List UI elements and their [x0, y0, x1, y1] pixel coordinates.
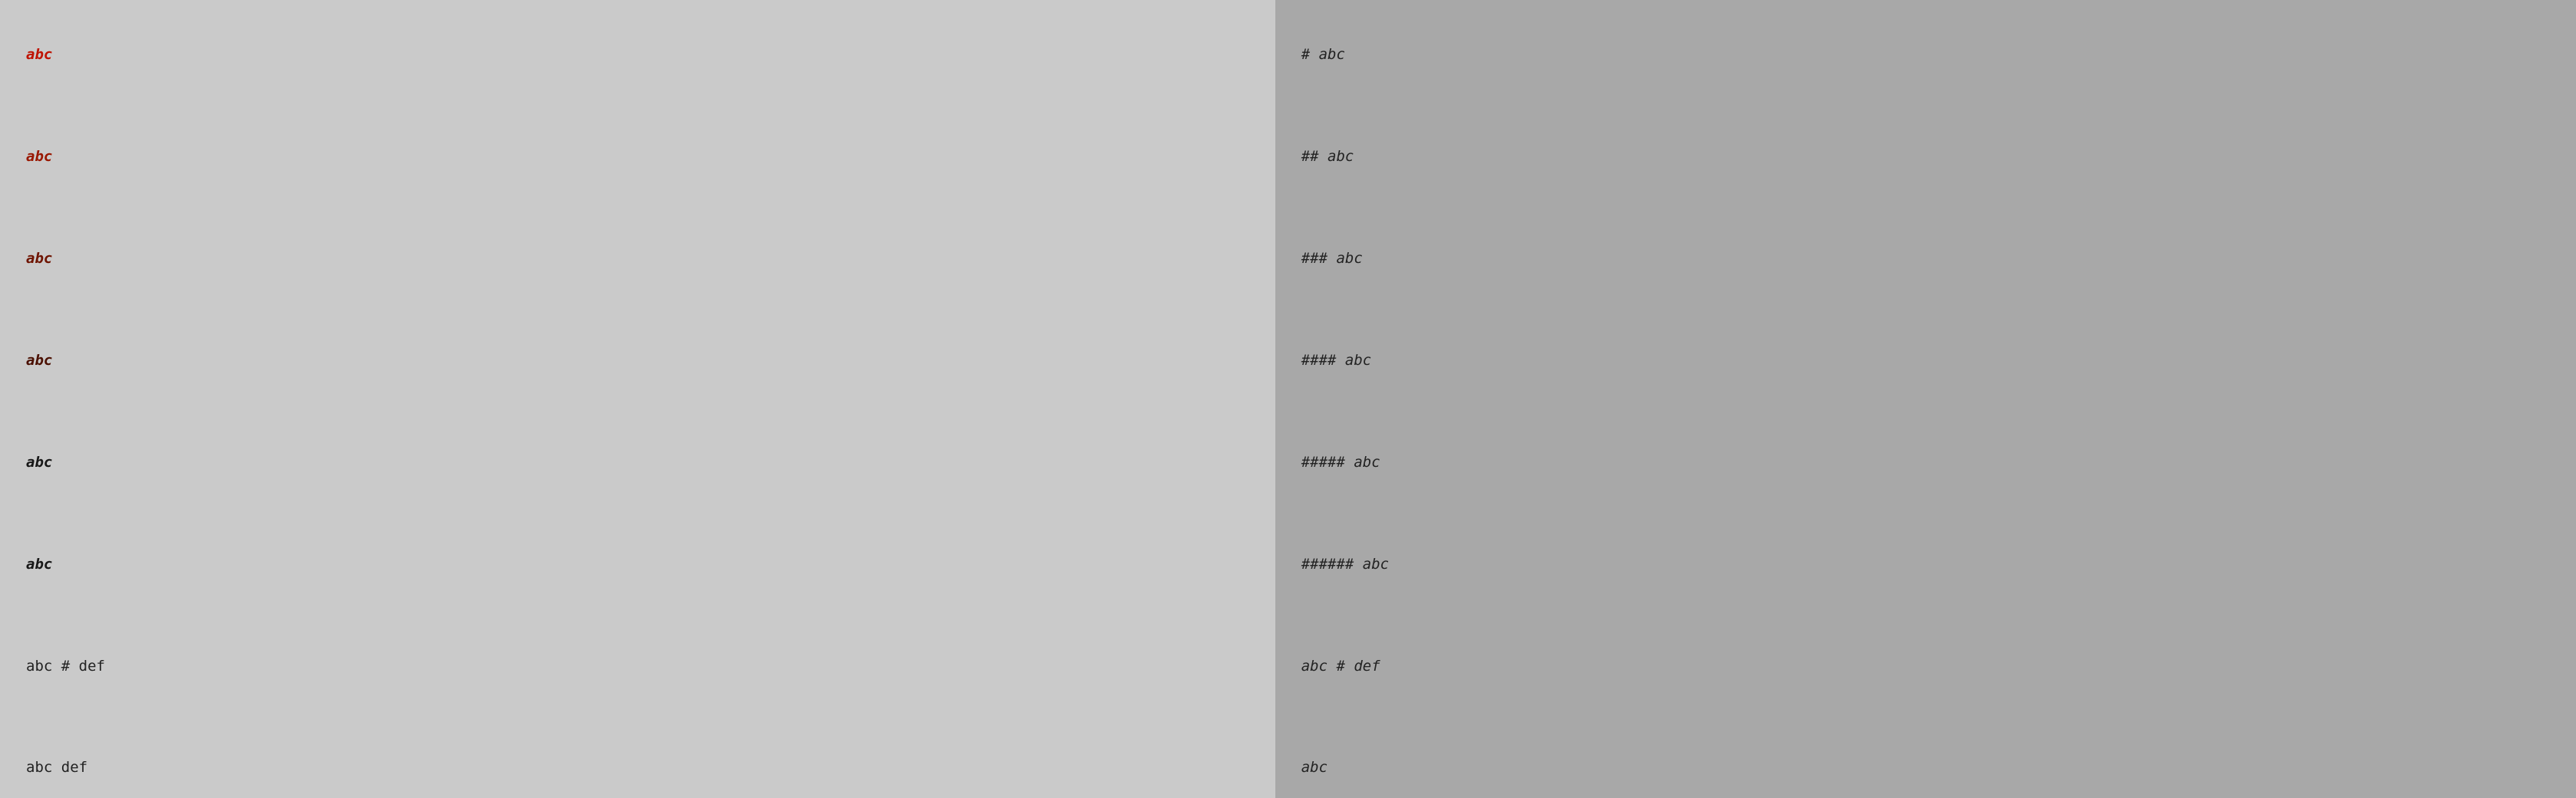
- source-line[interactable]: ##### abc: [1301, 454, 2550, 471]
- source-line[interactable]: ## abc: [1301, 148, 2550, 166]
- heading-4: abc: [26, 352, 1249, 369]
- source-line[interactable]: ###### abc: [1301, 556, 2550, 573]
- heading-1: abc: [26, 46, 1249, 64]
- blank-line: [1301, 98, 2550, 113]
- heading-5: abc: [26, 454, 1249, 471]
- blank-line: [1301, 200, 2550, 215]
- plain-line-hash: abc # def: [26, 658, 1249, 675]
- source-line[interactable]: ### abc: [1301, 250, 2550, 268]
- source-pane[interactable]: # abc ## abc ### abc #### abc ##### abc …: [1275, 0, 2576, 798]
- blank-line: [1301, 608, 2550, 622]
- heading-3: abc: [26, 250, 1249, 268]
- source-line[interactable]: #### abc: [1301, 352, 2550, 369]
- heading-2: abc: [26, 148, 1249, 166]
- preview-pane: abc abc abc abc abc abc abc # def abc de…: [0, 0, 1275, 798]
- blank-line: [1301, 710, 2550, 724]
- source-line[interactable]: abc # def: [1301, 658, 2550, 675]
- blank-line: [26, 710, 1249, 724]
- blank-line: [26, 302, 1249, 317]
- blank-line: [26, 98, 1249, 113]
- blank-line: [26, 608, 1249, 622]
- blank-line: [1301, 302, 2550, 317]
- blank-line: [26, 506, 1249, 521]
- blank-line: [26, 404, 1249, 419]
- plain-line: abc def: [26, 759, 1249, 777]
- source-line[interactable]: abc: [1301, 759, 2550, 777]
- blank-line: [1301, 404, 2550, 419]
- source-line[interactable]: # abc: [1301, 46, 2550, 64]
- heading-6: abc: [26, 556, 1249, 573]
- blank-line: [26, 200, 1249, 215]
- blank-line: [1301, 506, 2550, 521]
